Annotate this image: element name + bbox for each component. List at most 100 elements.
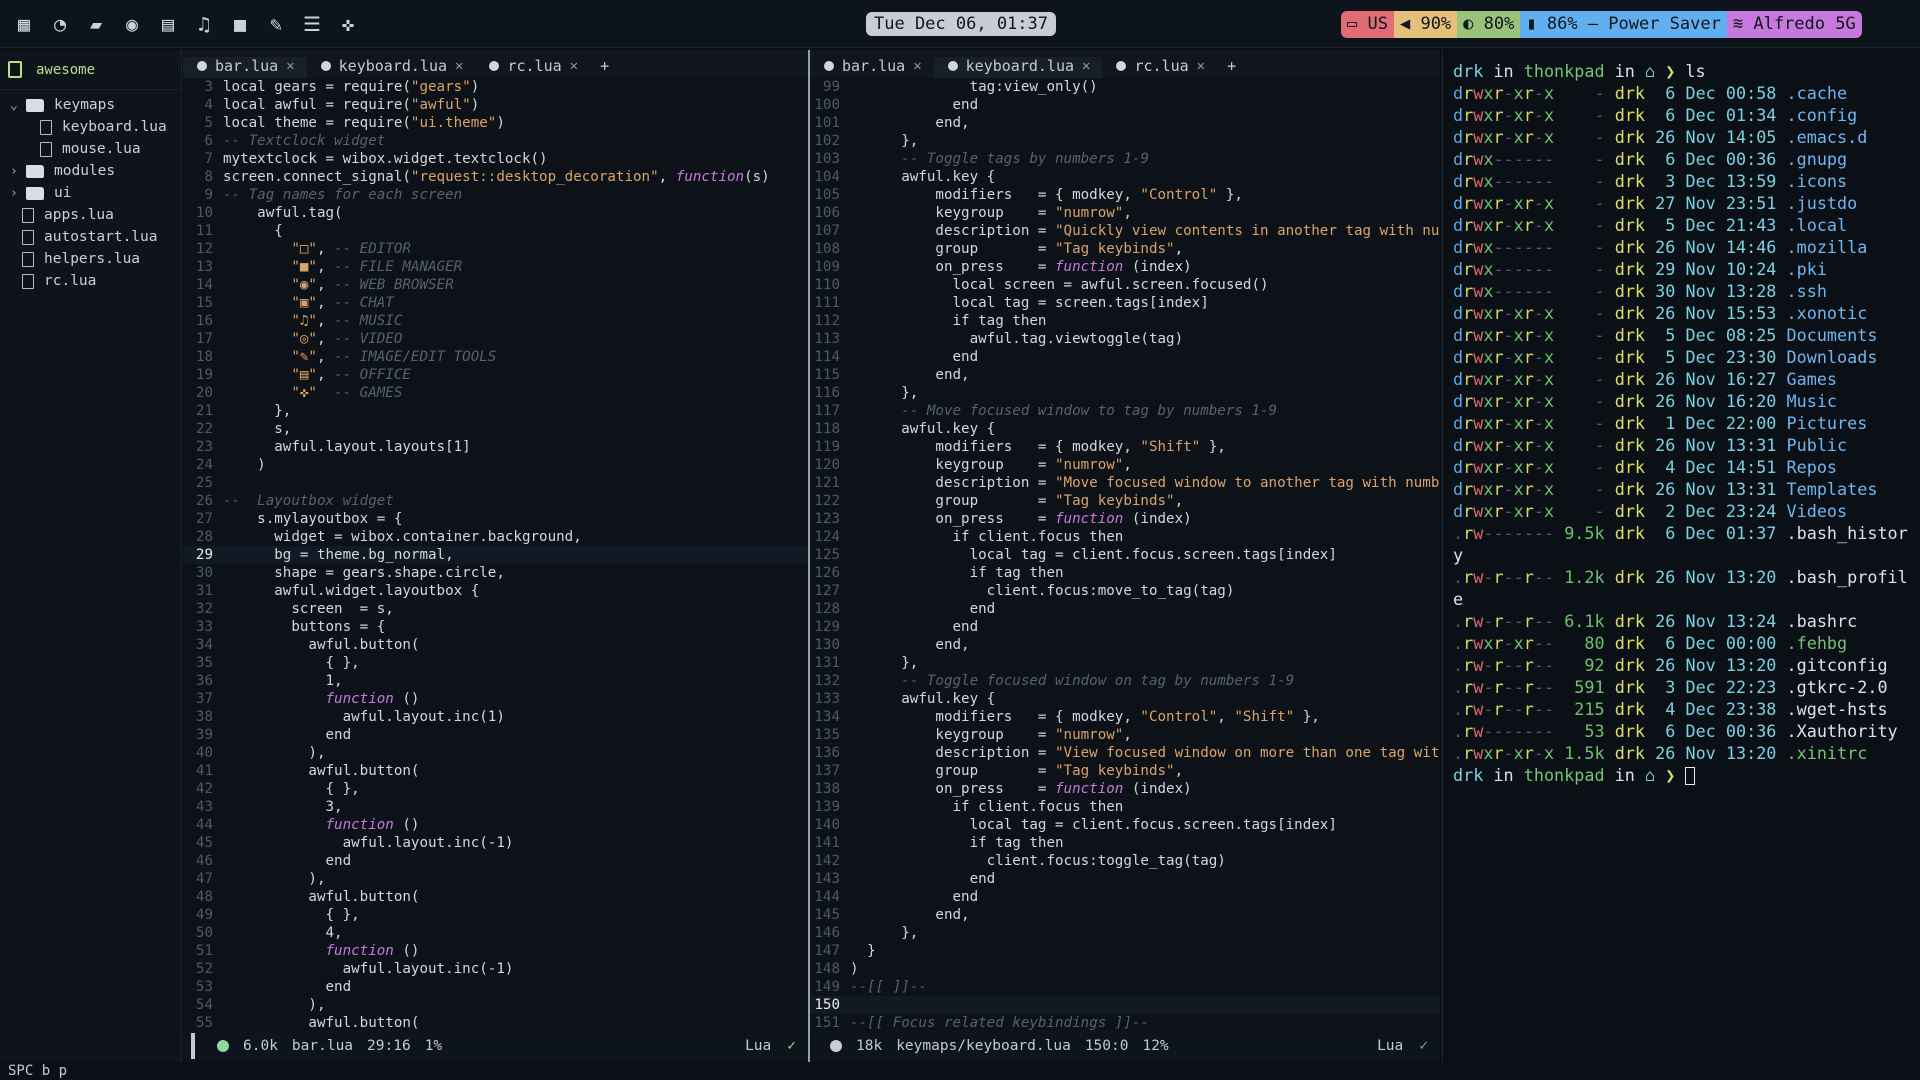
code-line: 122 group = "Tag keybinds", [810, 492, 1440, 510]
games-icon[interactable]: ✜ [334, 10, 362, 38]
tree-item-mouse-lua[interactable]: mouse.lua [0, 138, 181, 160]
code-line: 133 awful.key { [810, 690, 1440, 708]
code-view[interactable]: 99 tag:view_only() 100 end 101 end, 102 }, 1… [810, 78, 1440, 1030]
code-view[interactable]: 3 local gears = require("gears") 4 local aw… [183, 78, 808, 1030]
ls-entry: .rw-r--r-- 92 drk 26 Nov 13:20 .gitconfi… [1453, 654, 1920, 676]
line-text: modifiers = { modkey, "Control" }, [850, 187, 1243, 203]
notes-icon[interactable]: ☰ [298, 10, 326, 38]
line-number: 113 [814, 331, 840, 347]
terminal[interactable]: drk in thonkpad in ⌂ ❯ ls drwxr-xr-x - dr… [1442, 50, 1920, 1062]
date-month: Nov [1675, 391, 1716, 411]
apps-grid-icon[interactable]: ▦ [10, 10, 38, 38]
ls-entry: drwx------ - drk 29 Nov 10:24 .pki [1453, 258, 1920, 280]
close-icon[interactable]: ✕ [1197, 58, 1205, 74]
major-mode[interactable]: Lua [1377, 1038, 1403, 1054]
tab-bar-lua[interactable]: bar.lua ✕ [183, 57, 307, 78]
line-number: 116 [814, 385, 840, 401]
status-label: US [1367, 14, 1388, 34]
permissions: drwxr-xr-x [1453, 457, 1555, 477]
tree-item-keymaps[interactable]: ⌄ keymaps [0, 94, 181, 116]
date-day: 26 [1645, 237, 1676, 257]
line-number: 133 [814, 691, 840, 707]
folder-icon[interactable]: ▰ [82, 10, 110, 38]
tree-item-modules[interactable]: › modules [0, 160, 181, 182]
code-line: 33 buttons = { [183, 618, 808, 636]
status-battery[interactable]: ▮ 86% — Power Saver [1520, 11, 1727, 38]
close-icon[interactable]: ✕ [1082, 58, 1090, 74]
line-text: }, [850, 133, 919, 149]
ls-entry: drwxr-xr-x - drk 27 Nov 23:51 .justdo [1453, 192, 1920, 214]
buffer-percent: 12% [1142, 1038, 1169, 1054]
status-wifi[interactable]: ≋ Alfredo 5G [1726, 11, 1862, 38]
ls-entry: drwxr-xr-x - drk 2 Dec 23:24 Videos [1453, 500, 1920, 522]
new-tab-button[interactable]: + [590, 57, 619, 78]
firefox-icon[interactable]: ◔ [46, 10, 74, 38]
chat-icon[interactable]: ▤ [154, 10, 182, 38]
tab-keyboard-lua[interactable]: keyboard.lua ✕ [933, 57, 1103, 78]
line-text: 1, [223, 673, 343, 689]
terminal-cursor [1685, 767, 1696, 785]
tab-bar-lua[interactable]: bar.lua ✕ [810, 57, 934, 78]
file-name: Templates [1776, 479, 1878, 499]
code-line: 41 awful.button( [183, 762, 808, 780]
close-icon[interactable]: ✕ [455, 58, 463, 74]
check-icon: ✓ [787, 1038, 796, 1054]
status-volume[interactable]: ◀ 90% [1393, 11, 1458, 38]
major-mode[interactable]: Lua [745, 1038, 771, 1054]
minibuffer[interactable]: SPC b p [0, 1062, 1920, 1080]
file-size: - [1554, 105, 1605, 125]
file-tree-header[interactable]: awesome [0, 50, 181, 90]
terminal-output[interactable]: drk in thonkpad in ⌂ ❯ ls drwxr-xr-x - dr… [1443, 50, 1920, 786]
close-icon[interactable]: ✕ [286, 58, 294, 74]
date-day: 26 [1645, 391, 1676, 411]
line-number: 25 [195, 475, 213, 491]
line-text: description = "Quickly view contents in … [850, 223, 1440, 239]
file-size: - [1554, 479, 1605, 499]
file-size: - [1554, 391, 1605, 411]
prompt-in: in [1483, 765, 1524, 785]
pen-icon[interactable]: ✎ [262, 10, 290, 38]
prompt-in: in [1604, 765, 1645, 785]
line-text: if client.focus then [850, 529, 1124, 545]
ls-entry: drwx------ - drk 6 Dec 00:36 .gnupg [1453, 148, 1920, 170]
line-number: 115 [814, 367, 840, 383]
permissions: drwxr-xr-x [1453, 193, 1555, 213]
line-number: 47 [195, 871, 213, 887]
owner: drk [1604, 721, 1646, 741]
owner: drk [1604, 281, 1646, 301]
tab-rc-lua[interactable]: rc.lua ✕ [1102, 57, 1217, 78]
spotify-icon[interactable]: ◉ [118, 10, 146, 38]
tree-item-apps-lua[interactable]: apps.lua [0, 204, 181, 226]
new-tab-button[interactable]: + [1217, 57, 1246, 78]
permissions: .rw------- [1453, 721, 1555, 741]
mode-line: 6.0k bar.lua 29:16 1% Lua ✓ [183, 1030, 808, 1062]
line-text: local screen = awful.screen.focused() [850, 277, 1269, 293]
line-text: keygroup = "numrow", [850, 205, 1132, 221]
ls-entry: drwxr-xr-x - drk 26 Nov 16:27 Games [1453, 368, 1920, 390]
status-keyboard[interactable]: ▭ US [1341, 11, 1394, 38]
code-line: 140 local tag = client.focus.screen.tags… [810, 816, 1440, 834]
line-text: "▤", -- OFFICE [291, 367, 411, 383]
tree-item-autostart-lua[interactable]: autostart.lua [0, 226, 181, 248]
cursor-position: 150:0 [1084, 1038, 1129, 1054]
tree-item-helpers-lua[interactable]: helpers.lua [0, 248, 181, 270]
tree-item-rc-lua[interactable]: rc.lua [0, 270, 181, 292]
music-icon[interactable]: ♫ [190, 10, 218, 38]
tab-keyboard-lua[interactable]: keyboard.lua ✕ [307, 57, 476, 78]
close-icon[interactable]: ✕ [570, 58, 578, 74]
tab-rc-lua[interactable]: rc.lua ✕ [475, 57, 590, 78]
status-brightness[interactable]: ◐ 80% [1457, 11, 1521, 38]
buffer-state-icon [830, 1040, 842, 1052]
line-text: screen.connect_signal("request::desktop_… [223, 169, 770, 185]
clock[interactable]: Tue Dec 06, 01:37 [866, 12, 1056, 36]
line-number: 33 [195, 619, 213, 635]
line-number: 102 [814, 133, 840, 149]
code-line: 136 description = "View focused window o… [810, 744, 1440, 762]
code-line: 54 ), [183, 996, 808, 1014]
close-icon[interactable]: ✕ [913, 58, 921, 74]
tree-item-keyboard-lua[interactable]: keyboard.lua [0, 116, 181, 138]
date-day: 26 [1645, 369, 1676, 389]
tree-item-ui[interactable]: › ui [0, 182, 181, 204]
video-icon[interactable]: ■ [226, 10, 254, 38]
prompt-arrow-icon: ❯ [1655, 765, 1686, 785]
